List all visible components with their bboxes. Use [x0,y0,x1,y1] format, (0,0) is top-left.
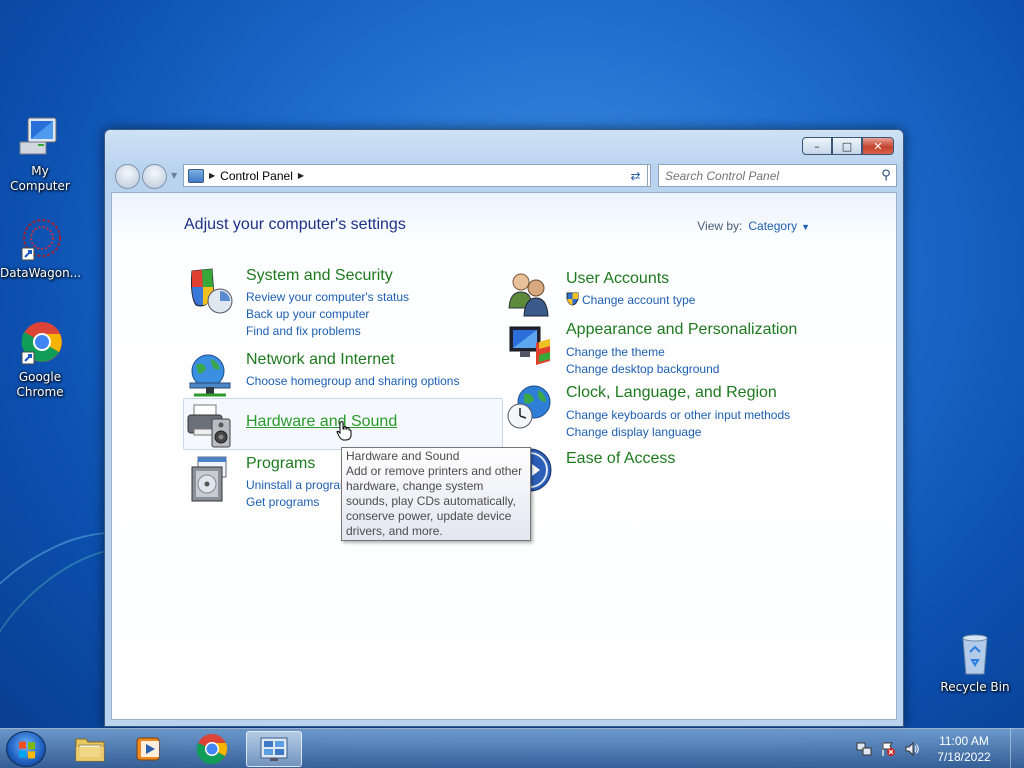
breadcrumb-arrow-icon[interactable]: ▶ [209,171,215,180]
category-user-accounts: User Accounts Change account type [506,270,826,318]
search-icon[interactable]: ⚲ [876,168,896,183]
link-back-up[interactable]: Back up your computer [246,306,409,323]
printer-icon [186,401,234,449]
clock-date: 7/18/2022 [937,750,991,764]
control-panel-icon [188,168,204,183]
search-box: ⚲ [658,164,897,187]
breadcrumb-control-panel[interactable]: Control Panel [220,169,293,183]
windows-logo-icon [19,741,35,759]
navigation-bar: ▼ ▶ Control Panel ▶ ▼ ⇄ ⚲ [113,162,897,190]
view-by-label: View by: [697,219,743,233]
control-panel-window: – □ ✕ ▼ ▶ Control Panel ▶ ▼ ⇄ ⚲ Adjust y… [104,129,904,727]
network-icon[interactable] [856,741,872,757]
maximize-icon: □ [841,139,853,153]
desktop-icon-google-chrome[interactable]: Google Chrome [0,320,80,400]
chrome-icon [16,320,64,368]
computer-icon [16,114,64,162]
recycle-bin-icon [951,630,999,678]
category-title-appearance[interactable]: Appearance and Personalization [566,321,797,339]
category-title-system-and-security[interactable]: System and Security [246,267,393,285]
refresh-icon: ⇄ [630,168,641,183]
taskbar-explorer-button[interactable] [62,731,118,767]
desktop-icon-my-computer[interactable]: My Computer [0,114,80,194]
category-title-programs[interactable]: Programs [246,455,315,473]
taskbar-chrome-button[interactable] [184,731,240,767]
chrome-icon [196,734,228,765]
refresh-button[interactable]: ⇄ [624,164,648,187]
link-homegroup-sharing[interactable]: Choose homegroup and sharing options [246,373,459,390]
link-change-display-language[interactable]: Change display language [566,424,790,441]
link-find-fix-problems[interactable]: Find and fix problems [246,323,409,340]
minimize-button[interactable]: – [802,137,832,155]
category-title-user-accounts[interactable]: User Accounts [566,270,669,288]
maximize-button[interactable]: □ [832,137,862,155]
category-clock-language-region: Clock, Language, and Region Change keybo… [506,384,826,439]
category-title-ease-of-access[interactable]: Ease of Access [566,450,675,468]
category-title-network-and-internet[interactable]: Network and Internet [246,351,395,369]
category-ease-of-access: Ease of Access [506,446,826,494]
link-uninstall-program[interactable]: Uninstall a program [246,477,350,494]
folder-icon [75,738,105,762]
category-system-and-security: System and Security Review your computer… [186,267,506,339]
link-change-theme[interactable]: Change the theme [566,344,719,361]
view-by: View by: Category ▼ [697,219,810,233]
link-change-keyboards[interactable]: Change keyboards or other input methods [566,407,790,424]
close-icon: ✕ [873,139,883,153]
category-title-clock-language-region[interactable]: Clock, Language, and Region [566,384,777,402]
category-network-and-internet: Network and Internet Choose homegroup an… [186,351,506,399]
recent-pages-dropdown[interactable]: ▼ [171,171,177,180]
category-appearance-and-personalization: Appearance and Personalization Change th… [506,321,826,376]
clock[interactable]: 11:00 AM 7/18/2022 [924,733,1004,765]
link-change-background[interactable]: Change desktop background [566,361,719,378]
forward-button[interactable] [142,164,167,189]
taskbar: 11:00 AM 7/18/2022 [0,728,1024,768]
clock-globe-icon [506,384,554,432]
globe-network-icon [186,351,234,399]
close-button[interactable]: ✕ [862,137,894,155]
tooltip-title: Hardware and Sound [346,449,460,463]
window-controls: – □ ✕ [802,137,894,155]
taskbar-control-panel-button[interactable] [246,731,302,767]
datawagon-icon [16,216,64,264]
view-by-dropdown[interactable]: Category [748,219,797,233]
address-bar[interactable]: ▶ Control Panel ▶ ▼ [183,164,651,187]
search-input[interactable] [659,165,876,186]
page-title: Adjust your computer's settings [184,216,406,233]
system-tray: 11:00 AM 7/18/2022 [852,729,1024,768]
link-change-account-type[interactable]: Change account type [566,292,695,309]
chevron-down-icon[interactable]: ▼ [801,222,810,232]
shield-icon [186,267,234,315]
hand-cursor-icon [336,421,352,441]
users-icon [506,270,554,318]
media-player-icon [136,737,160,761]
back-button[interactable] [115,164,140,189]
desktop-icon-label: Recycle Bin [940,680,1010,694]
breadcrumb-arrow-icon[interactable]: ▶ [298,171,304,180]
desktop-icon-label: Google Chrome [16,370,64,399]
uac-shield-icon [566,292,579,306]
start-button[interactable] [6,731,46,767]
monitor-paint-icon [506,321,554,369]
programs-icon [186,455,234,503]
link-review-status[interactable]: Review your computer's status [246,289,409,306]
desktop-icon-label: DataWagon... [0,266,82,280]
desktop-icon-label: My Computer [10,164,70,193]
clock-time: 11:00 AM [939,734,989,748]
desktop-icon-datawagon[interactable]: DataWagon... [0,216,82,281]
desktop-icon-recycle-bin[interactable]: Recycle Bin [935,630,1015,695]
minimize-icon: – [814,139,820,153]
volume-icon[interactable] [904,741,920,757]
control-panel-icon [260,737,288,761]
tooltip: Hardware and Sound Add or remove printer… [341,447,531,541]
action-center-flag-icon[interactable] [880,741,896,757]
link-get-programs[interactable]: Get programs [246,494,350,511]
link-label: Change account type [582,293,696,307]
show-desktop-button[interactable] [1010,729,1024,768]
tooltip-body: Add or remove printers and other hardwar… [346,464,523,538]
category-title-hardware-and-sound[interactable]: Hardware and Sound [246,413,397,431]
taskbar-media-player-button[interactable] [120,731,176,767]
